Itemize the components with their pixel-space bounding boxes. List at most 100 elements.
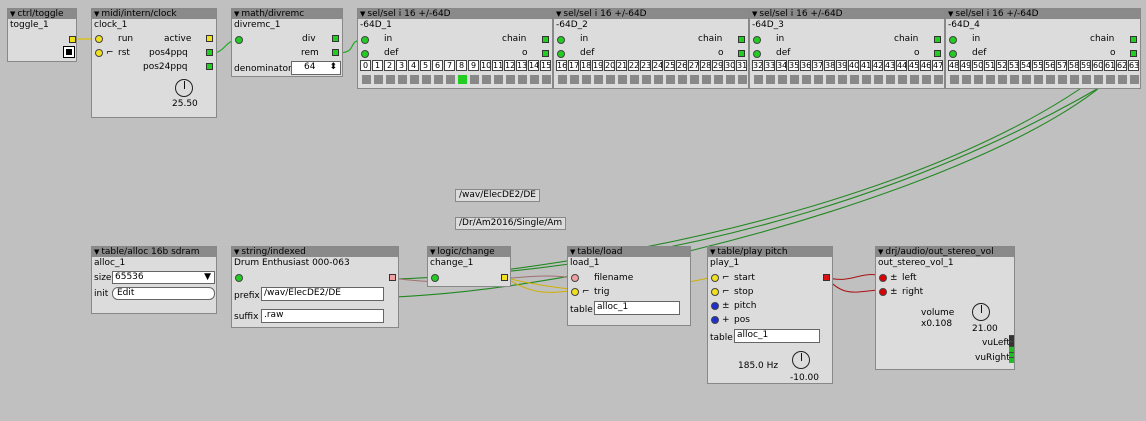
- step-toggle[interactable]: [398, 75, 407, 84]
- step-toggle[interactable]: [530, 75, 539, 84]
- inlet-pos[interactable]: [711, 316, 719, 324]
- collapse-triangle-icon[interactable]: ▼: [948, 10, 953, 18]
- outlet-o[interactable]: [542, 50, 549, 57]
- outlet-div[interactable]: [332, 35, 339, 42]
- inlet-in[interactable]: [753, 36, 761, 44]
- sel-object-3[interactable]: ▼ sel/sel i 16 +/-64D -64D_3 in def chain…: [749, 8, 945, 89]
- size-select[interactable]: 65536 ▼: [112, 271, 215, 284]
- inlet-index[interactable]: [235, 274, 243, 282]
- inlet-def[interactable]: [557, 50, 565, 58]
- step-toggle[interactable]: [386, 75, 395, 84]
- chevron-down-icon[interactable]: ▼: [204, 272, 211, 283]
- object-header[interactable]: ▼ sel/sel i 16 +/-64D: [946, 9, 1140, 19]
- init-edit-button[interactable]: Edit: [112, 287, 215, 300]
- step-toggle[interactable]: [862, 75, 871, 84]
- step-toggle[interactable]: [1094, 75, 1103, 84]
- sel-object-4[interactable]: ▼ sel/sel i 16 +/-64D -64D_4 in def chain…: [945, 8, 1141, 89]
- step-toggle[interactable]: [950, 75, 959, 84]
- step-toggle[interactable]: [754, 75, 763, 84]
- collapse-triangle-icon[interactable]: ▼: [430, 248, 435, 256]
- step-toggle[interactable]: [434, 75, 443, 84]
- pitch-knob[interactable]: [792, 351, 810, 369]
- inlet-trig[interactable]: [571, 288, 579, 296]
- step-toggle[interactable]: [898, 75, 907, 84]
- inlet-pitch[interactable]: [711, 302, 719, 310]
- step-toggle[interactable]: [642, 75, 651, 84]
- sel-object-2[interactable]: ▼ sel/sel i 16 +/-64D -64D_2 in def chain…: [553, 8, 749, 89]
- step-toggle[interactable]: [714, 75, 723, 84]
- collapse-triangle-icon[interactable]: ▼: [234, 248, 239, 256]
- object-header[interactable]: ▼ sel/sel i 16 +/-64D: [750, 9, 944, 19]
- step-toggle[interactable]: [410, 75, 419, 84]
- step-toggle[interactable]: [482, 75, 491, 84]
- object-header[interactable]: ▼ string/indexed: [232, 247, 398, 257]
- step-toggle[interactable]: [422, 75, 431, 84]
- step-toggle[interactable]: [802, 75, 811, 84]
- outlet-o[interactable]: [1130, 50, 1137, 57]
- step-toggle[interactable]: [1058, 75, 1067, 84]
- step-toggle[interactable]: [630, 75, 639, 84]
- collapse-triangle-icon[interactable]: ▼: [10, 10, 15, 18]
- step-toggle[interactable]: [446, 75, 455, 84]
- inlet-a[interactable]: [235, 36, 243, 44]
- collapse-triangle-icon[interactable]: ▼: [710, 248, 715, 256]
- step-toggle[interactable]: [1070, 75, 1079, 84]
- outlet-o[interactable]: [738, 50, 745, 57]
- toggle-button[interactable]: [63, 46, 75, 58]
- outlet-out[interactable]: [389, 274, 396, 281]
- volume-knob[interactable]: [972, 303, 990, 321]
- step-toggle[interactable]: [494, 75, 503, 84]
- outlet-chain[interactable]: [542, 36, 549, 43]
- alloc-object[interactable]: ▼ table/alloc 16b sdram alloc_1 size 6553…: [91, 246, 217, 314]
- step-toggle[interactable]: [778, 75, 787, 84]
- step-toggle[interactable]: [1118, 75, 1127, 84]
- outlet-active[interactable]: [206, 35, 213, 42]
- step-toggle[interactable]: [1046, 75, 1055, 84]
- step-toggle[interactable]: [362, 75, 371, 84]
- denominator-spinner[interactable]: 64 ⬍: [291, 61, 341, 75]
- collapse-triangle-icon[interactable]: ▼: [94, 248, 99, 256]
- object-header[interactable]: ▼ math/divremc: [232, 9, 342, 19]
- step-toggle[interactable]: [570, 75, 579, 84]
- step-toggle[interactable]: [678, 75, 687, 84]
- table-input[interactable]: alloc_1: [594, 301, 680, 315]
- step-toggle[interactable]: [922, 75, 931, 84]
- collapse-triangle-icon[interactable]: ▼: [878, 248, 883, 256]
- step-toggle[interactable]: [470, 75, 479, 84]
- bpm-knob[interactable]: [175, 79, 193, 97]
- outlet-chain[interactable]: [1130, 36, 1137, 43]
- step-toggle[interactable]: [910, 75, 919, 84]
- step-toggle[interactable]: [690, 75, 699, 84]
- change-object[interactable]: ▼ logic/change change_1: [427, 246, 511, 287]
- inlet-rst[interactable]: [95, 49, 103, 57]
- object-header[interactable]: ▼ table/load: [568, 247, 690, 257]
- step-toggle[interactable]: [826, 75, 835, 84]
- inlet-in[interactable]: [431, 274, 439, 282]
- step-toggle[interactable]: [374, 75, 383, 84]
- toggle-object[interactable]: ▼ ctrl/toggle toggle_1: [7, 8, 77, 62]
- play-object[interactable]: ▼ table/play pitch play_1 ⌐ start ⌐ stop …: [707, 246, 833, 384]
- step-toggle[interactable]: [738, 75, 747, 84]
- object-header[interactable]: ▼ logic/change: [428, 247, 510, 257]
- inlet-start[interactable]: [711, 274, 719, 282]
- step-toggle[interactable]: [962, 75, 971, 84]
- outlet-pos24ppq[interactable]: [206, 63, 213, 70]
- step-toggle[interactable]: [666, 75, 675, 84]
- out-stereo-object[interactable]: ▼ drj/audio/out_stereo_vol out_stereo_vol…: [875, 246, 1015, 370]
- step-toggle[interactable]: [1082, 75, 1091, 84]
- inlet-right[interactable]: [879, 288, 887, 296]
- outlet-trig[interactable]: [501, 274, 508, 281]
- outlet-out[interactable]: [823, 274, 830, 281]
- step-toggle[interactable]: [974, 75, 983, 84]
- collapse-triangle-icon[interactable]: ▼: [556, 10, 561, 18]
- step-toggle[interactable]: [766, 75, 775, 84]
- step-toggle[interactable]: [558, 75, 567, 84]
- step-toggle[interactable]: [1010, 75, 1019, 84]
- comment-dr-path[interactable]: /Dr/Am2016/Single/Am: [455, 217, 567, 230]
- indexed-object[interactable]: ▼ string/indexed Drum Enthusiast 000-063 …: [231, 246, 399, 328]
- step-toggle[interactable]: [726, 75, 735, 84]
- step-toggle[interactable]: [1022, 75, 1031, 84]
- object-header[interactable]: ▼ drj/audio/out_stereo_vol: [876, 247, 1014, 257]
- step-toggle[interactable]: [594, 75, 603, 84]
- sel-object-1[interactable]: ▼ sel/sel i 16 +/-64D -64D_1 in def chain…: [357, 8, 553, 89]
